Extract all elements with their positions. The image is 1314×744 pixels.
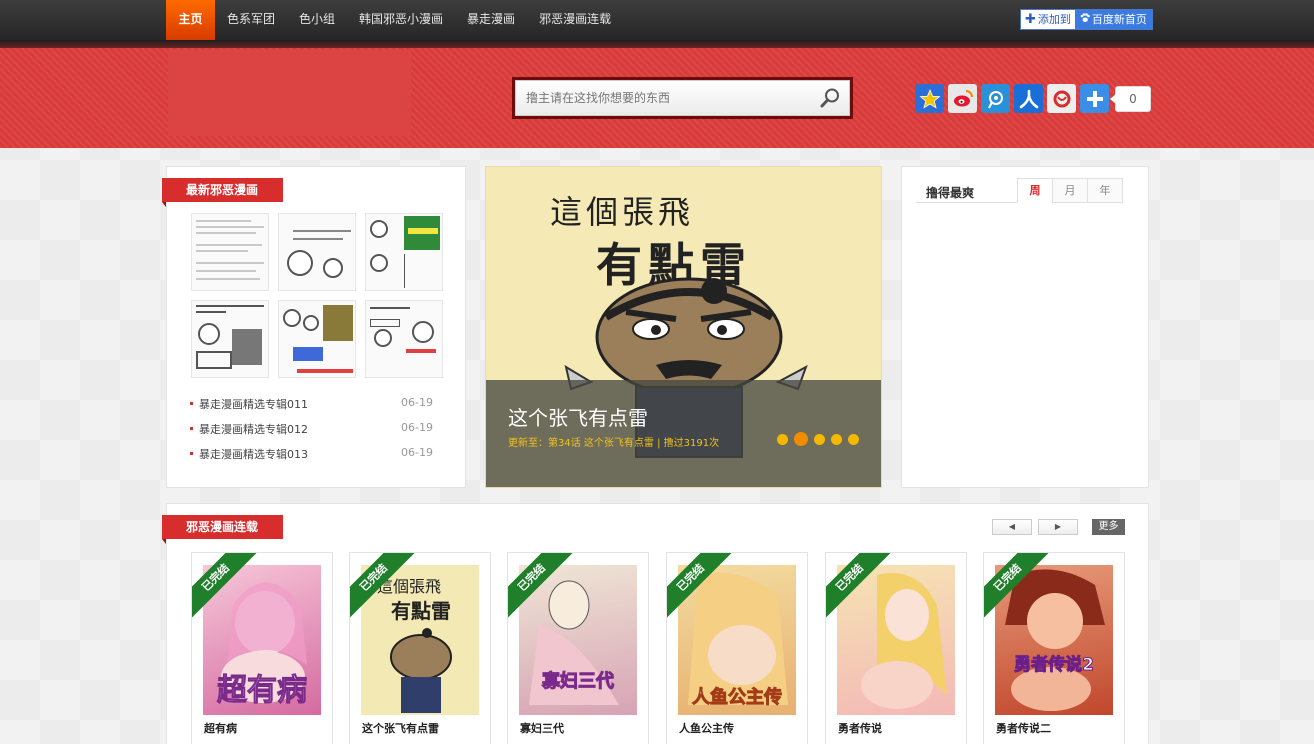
comic-card-title: 勇者传说	[838, 722, 882, 735]
add-to-baidu-widget[interactable]: ✚ 添加到 百度新首页	[1020, 9, 1153, 30]
tab-month[interactable]: 月	[1052, 178, 1088, 203]
prev-arrow-icon[interactable]: ◀	[992, 519, 1032, 535]
serial-comics-title: 邪恶漫画连载	[162, 515, 283, 544]
nav-item-serial-comics[interactable]: 邪恶漫画连载	[527, 0, 623, 40]
comic-card[interactable]: 這個張飛 有點雷 已完结 这个张飞有点雷	[349, 552, 491, 744]
tab-week[interactable]: 周	[1017, 178, 1053, 203]
slider-pagination	[777, 432, 859, 446]
nav-item-rage-comics[interactable]: 暴走漫画	[455, 0, 527, 40]
comic-card[interactable]: 已完结 勇者传说	[825, 552, 967, 744]
ranking-panel: 撸得最爽 周 月 年	[901, 166, 1149, 488]
comic-thumbnail[interactable]	[278, 300, 356, 378]
comic-card-title: 这个张飞有点雷	[362, 722, 439, 735]
search-input[interactable]	[516, 81, 806, 115]
more-button[interactable]: 更多	[1092, 519, 1125, 535]
nav-item-color-group[interactable]: 色小组	[287, 0, 347, 40]
latest-list-item[interactable]: 暴走漫画精选专辑013 06-19	[190, 446, 440, 462]
main-menu: 主页 色系军团 色小组 韩国邪恶小漫画 暴走漫画 邪恶漫画连载	[166, 0, 623, 40]
renren-share-icon[interactable]	[1014, 84, 1043, 113]
share-count: 0	[1110, 85, 1151, 112]
baidu-homepage-button[interactable]: 百度新首页	[1074, 10, 1152, 29]
ranking-tabs: 周 月 年	[1017, 178, 1123, 203]
comic-card-title: 人鱼公主传	[679, 722, 734, 735]
comic-thumbnail[interactable]	[278, 213, 356, 291]
comic-card[interactable]: 勇者传说2 已完结 勇者传说二	[983, 552, 1125, 744]
featured-slider[interactable]: 這個張飛 有點雷 这个张飞有点雷 更新至：第34话 这个张飞有点雷 | 撸过31…	[485, 166, 882, 488]
comic-card[interactable]: 寡妇三代 已完结 寡妇三代	[507, 552, 649, 744]
comic-card-title: 超有病	[204, 722, 237, 735]
nav-item-color-legion[interactable]: 色系军团	[215, 0, 287, 40]
more-share-plus-icon[interactable]	[1080, 84, 1109, 113]
latest-comics-title: 最新邪恶漫画	[162, 178, 283, 207]
nav-item-korean-comics[interactable]: 韩国邪恶小漫画	[347, 0, 455, 40]
slider-dot[interactable]	[848, 433, 859, 445]
slide-caption: 这个张飞有点雷 更新至：第34话 这个张飞有点雷 | 撸过3191次	[486, 380, 881, 487]
plus-icon: ✚	[1025, 12, 1036, 27]
weibo-share-icon[interactable]	[948, 84, 977, 113]
comic-card[interactable]: 人鱼公主传 已完结 人鱼公主传	[666, 552, 808, 744]
comic-card[interactable]: 超有病 已完结 超有病	[191, 552, 333, 744]
slider-dot[interactable]	[777, 433, 788, 445]
comic-card-title: 寡妇三代	[520, 722, 564, 735]
nav-item-home[interactable]: 主页	[166, 0, 215, 40]
kaixin-share-icon[interactable]	[1047, 84, 1076, 113]
top-navigation-bar: 主页 色系军团 色小组 韩国邪恶小漫画 暴走漫画 邪恶漫画连载 ✚ 添加到 百度…	[0, 0, 1314, 40]
paw-icon	[1080, 10, 1090, 29]
nav-shadow	[0, 40, 1314, 48]
tab-year[interactable]: 年	[1087, 178, 1123, 203]
comic-thumbnail[interactable]	[191, 300, 269, 378]
next-arrow-icon[interactable]: ▶	[1038, 519, 1078, 535]
slider-dot[interactable]	[831, 433, 842, 445]
site-logo[interactable]	[168, 50, 411, 136]
slider-dot-active[interactable]	[794, 432, 808, 446]
comic-card-title: 勇者传说二	[996, 722, 1051, 735]
ranking-title: 撸得最爽	[926, 186, 975, 200]
qzone-share-icon[interactable]	[915, 84, 944, 113]
comic-thumbnail[interactable]	[365, 300, 443, 378]
share-bar: 0	[915, 84, 1151, 113]
add-to-button[interactable]: ✚ 添加到	[1021, 10, 1075, 29]
comic-thumbnail[interactable]	[191, 213, 269, 291]
serial-pager: ◀ ▶	[992, 519, 1078, 535]
slide-title[interactable]: 这个张飞有点雷	[508, 402, 648, 431]
search-box	[512, 77, 853, 119]
slider-dot[interactable]	[814, 433, 825, 445]
slide-subtitle: 更新至：第34话 这个张飞有点雷 | 撸过3191次	[508, 438, 720, 449]
tencent-weibo-share-icon[interactable]	[981, 84, 1010, 113]
latest-list-item[interactable]: 暴走漫画精选专辑012 06-19	[190, 421, 440, 437]
search-icon[interactable]	[819, 87, 841, 109]
latest-list-item[interactable]: 暴走漫画精选专辑011 06-19	[190, 396, 440, 412]
comic-thumbnail[interactable]	[365, 213, 443, 291]
